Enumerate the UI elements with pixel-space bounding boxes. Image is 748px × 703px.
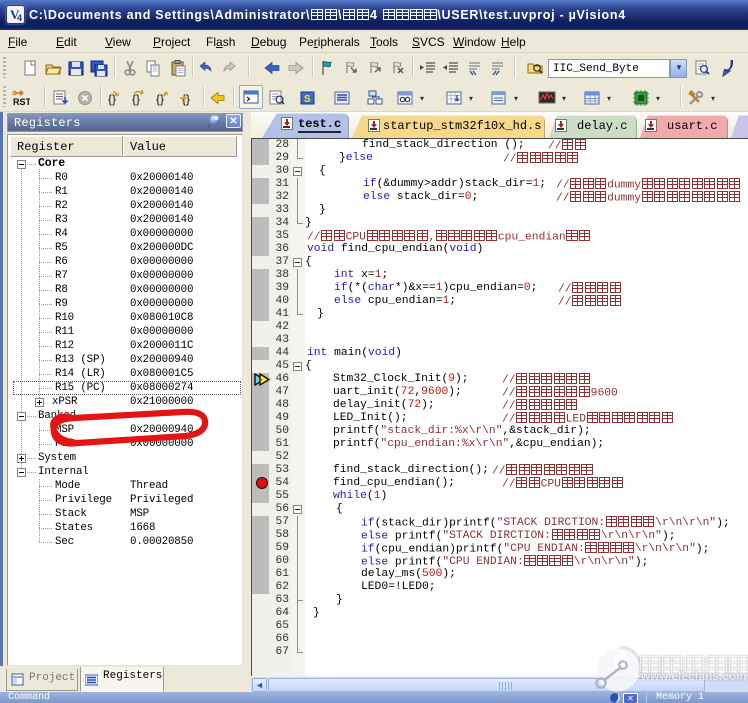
svg-text:RST: RST: [13, 97, 30, 107]
svg-text:S: S: [304, 94, 311, 105]
svg-text:{}: {}: [132, 92, 140, 106]
svg-text:{}: {}: [156, 92, 164, 106]
svg-text:{}: {}: [182, 92, 190, 106]
